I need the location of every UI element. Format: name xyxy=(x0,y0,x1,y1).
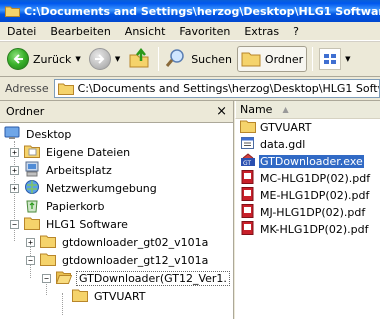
menu-help[interactable]: ? xyxy=(286,25,306,38)
tree-item-gtvuart[interactable]: GTVUART xyxy=(72,287,148,305)
exe-icon: GT xyxy=(240,153,256,170)
folder-icon xyxy=(72,288,88,305)
tree-item-gtdownloader-gt12-ver1[interactable]: − GTDownloader(GT12_Ver1. xyxy=(42,269,230,287)
folder-icon xyxy=(5,5,20,17)
expand-icon[interactable]: + xyxy=(26,237,35,247)
file-name: MK-HLG1DP(02).pdf xyxy=(260,223,369,236)
folder-icon xyxy=(40,252,56,269)
back-arrow-icon xyxy=(7,48,29,70)
svg-text:GT: GT xyxy=(243,160,251,167)
file-row[interactable]: data.gdl xyxy=(235,136,380,153)
search-label: Suchen xyxy=(191,52,232,66)
menu-ansicht[interactable]: Ansicht xyxy=(118,25,173,38)
file-name: MC-HLG1DP(02).pdf xyxy=(260,172,371,185)
file-row[interactable]: MK-HLG1DP(02).pdf xyxy=(235,221,380,238)
recycle-bin-icon xyxy=(24,197,40,216)
up-button[interactable] xyxy=(125,45,153,73)
tree-item-netzwerkumgebung[interactable]: + Netzwerkumgebung xyxy=(10,179,159,197)
folder-icon xyxy=(40,234,56,251)
file-name: MJ-HLG1DP(02).pdf xyxy=(260,206,366,219)
folder-icon xyxy=(57,82,74,95)
dropdown-arrow-icon[interactable]: ▼ xyxy=(345,55,350,63)
folders-button[interactable]: Ordner xyxy=(236,46,308,72)
file-name: GTVUART xyxy=(260,121,312,134)
address-label: Adresse xyxy=(5,82,49,95)
menu-bar: Datei Bearbeiten Ansicht Favoriten Extra… xyxy=(0,22,380,41)
menu-datei[interactable]: Datei xyxy=(0,25,43,38)
expand-icon[interactable]: + xyxy=(10,147,19,157)
file-name: ME-HLG1DP(02).pdf xyxy=(260,189,370,202)
toolbar-separator xyxy=(158,47,160,71)
address-bar: Adresse C:\Documents and Settings\herzog… xyxy=(0,77,380,101)
tree-item-desktop[interactable]: Desktop xyxy=(4,125,73,143)
folder-up-icon xyxy=(128,47,150,72)
tree-item-hlg1-software[interactable]: − HLG1 Software xyxy=(10,215,130,233)
network-icon xyxy=(24,179,40,198)
desktop-icon xyxy=(4,125,20,144)
folders-pane-header: Ordner × xyxy=(0,101,233,123)
folders-pane-title: Ordner xyxy=(6,105,45,118)
pdf-icon xyxy=(240,221,256,238)
toolbar-separator xyxy=(312,47,314,71)
title-bar[interactable]: C:\Documents and Settings\herzog\Desktop… xyxy=(0,0,380,22)
expand-icon[interactable]: + xyxy=(10,165,19,175)
column-name-label: Name xyxy=(240,103,273,116)
tree-item-papierkorb[interactable]: Papierkorb xyxy=(24,197,106,215)
column-header-name[interactable]: Name ▲ xyxy=(235,101,380,119)
file-list-pane: Name ▲ GTVUART data.gdl GT GTDownloader.… xyxy=(235,101,380,319)
views-icon xyxy=(319,48,342,70)
folder-open-icon xyxy=(55,270,73,287)
address-value: C:\Documents and Settings\herzog\Desktop… xyxy=(77,82,380,95)
folders-pane: Ordner × Desktop + Eigene Dateien + Arbe… xyxy=(0,101,234,319)
collapse-icon[interactable]: − xyxy=(26,255,35,265)
pdf-icon xyxy=(240,204,256,221)
menu-favoriten[interactable]: Favoriten xyxy=(172,25,237,38)
dropdown-arrow-icon[interactable]: ▼ xyxy=(115,55,120,63)
file-row[interactable]: MJ-HLG1DP(02).pdf xyxy=(235,204,380,221)
folder-icon xyxy=(24,216,40,233)
views-button[interactable]: ▼ xyxy=(316,45,353,73)
forward-button[interactable]: ▼ xyxy=(86,45,123,73)
sort-ascending-icon: ▲ xyxy=(282,105,289,114)
pdf-icon xyxy=(240,187,256,204)
back-label: Zurück xyxy=(33,52,72,66)
search-icon xyxy=(165,47,187,72)
file-row[interactable]: GTVUART xyxy=(235,119,380,136)
menu-extras[interactable]: Extras xyxy=(237,25,286,38)
folder-tree: Desktop + Eigene Dateien + Arbeitsplatz … xyxy=(0,123,233,315)
folders-label: Ordner xyxy=(264,52,304,66)
file-row[interactable]: ME-HLG1DP(02).pdf xyxy=(235,187,380,204)
menu-bearbeiten[interactable]: Bearbeiten xyxy=(43,25,117,38)
file-name: GTDownloader.exe xyxy=(259,155,364,168)
window-title: C:\Documents and Settings\herzog\Desktop… xyxy=(24,4,380,18)
tree-item-eigene-dateien[interactable]: + Eigene Dateien xyxy=(10,143,132,161)
my-documents-icon xyxy=(24,144,40,161)
file-name: data.gdl xyxy=(260,138,306,151)
my-computer-icon xyxy=(24,161,40,180)
address-field[interactable]: C:\Documents and Settings\herzog\Desktop… xyxy=(53,79,380,98)
expand-icon[interactable]: + xyxy=(10,183,19,193)
forward-arrow-icon xyxy=(88,48,111,70)
file-row[interactable]: GT GTDownloader.exe xyxy=(235,153,380,170)
dropdown-arrow-icon[interactable]: ▼ xyxy=(75,55,80,63)
tree-item-gtdownloader-gt02[interactable]: + gtdownloader_gt02_v101a xyxy=(26,233,210,251)
tree-item-gtdownloader-gt12[interactable]: − gtdownloader_gt12_v101a xyxy=(26,251,210,269)
collapse-icon[interactable]: − xyxy=(10,219,19,229)
back-button[interactable]: Zurück ▼ xyxy=(4,45,84,73)
toolbar: Zurück ▼ ▼ Suchen Ordner ▼ xyxy=(0,41,380,77)
tree-line xyxy=(62,293,63,315)
pdf-icon xyxy=(240,170,256,187)
tree-item-arbeitsplatz[interactable]: + Arbeitsplatz xyxy=(10,161,114,179)
collapse-icon[interactable]: − xyxy=(42,273,51,283)
folder-icon xyxy=(240,119,256,136)
folder-icon xyxy=(241,49,261,70)
search-button[interactable]: Suchen xyxy=(162,45,235,73)
close-icon[interactable]: × xyxy=(216,104,227,119)
file-row[interactable]: MC-HLG1DP(02).pdf xyxy=(235,170,380,187)
data-file-icon xyxy=(240,136,256,153)
